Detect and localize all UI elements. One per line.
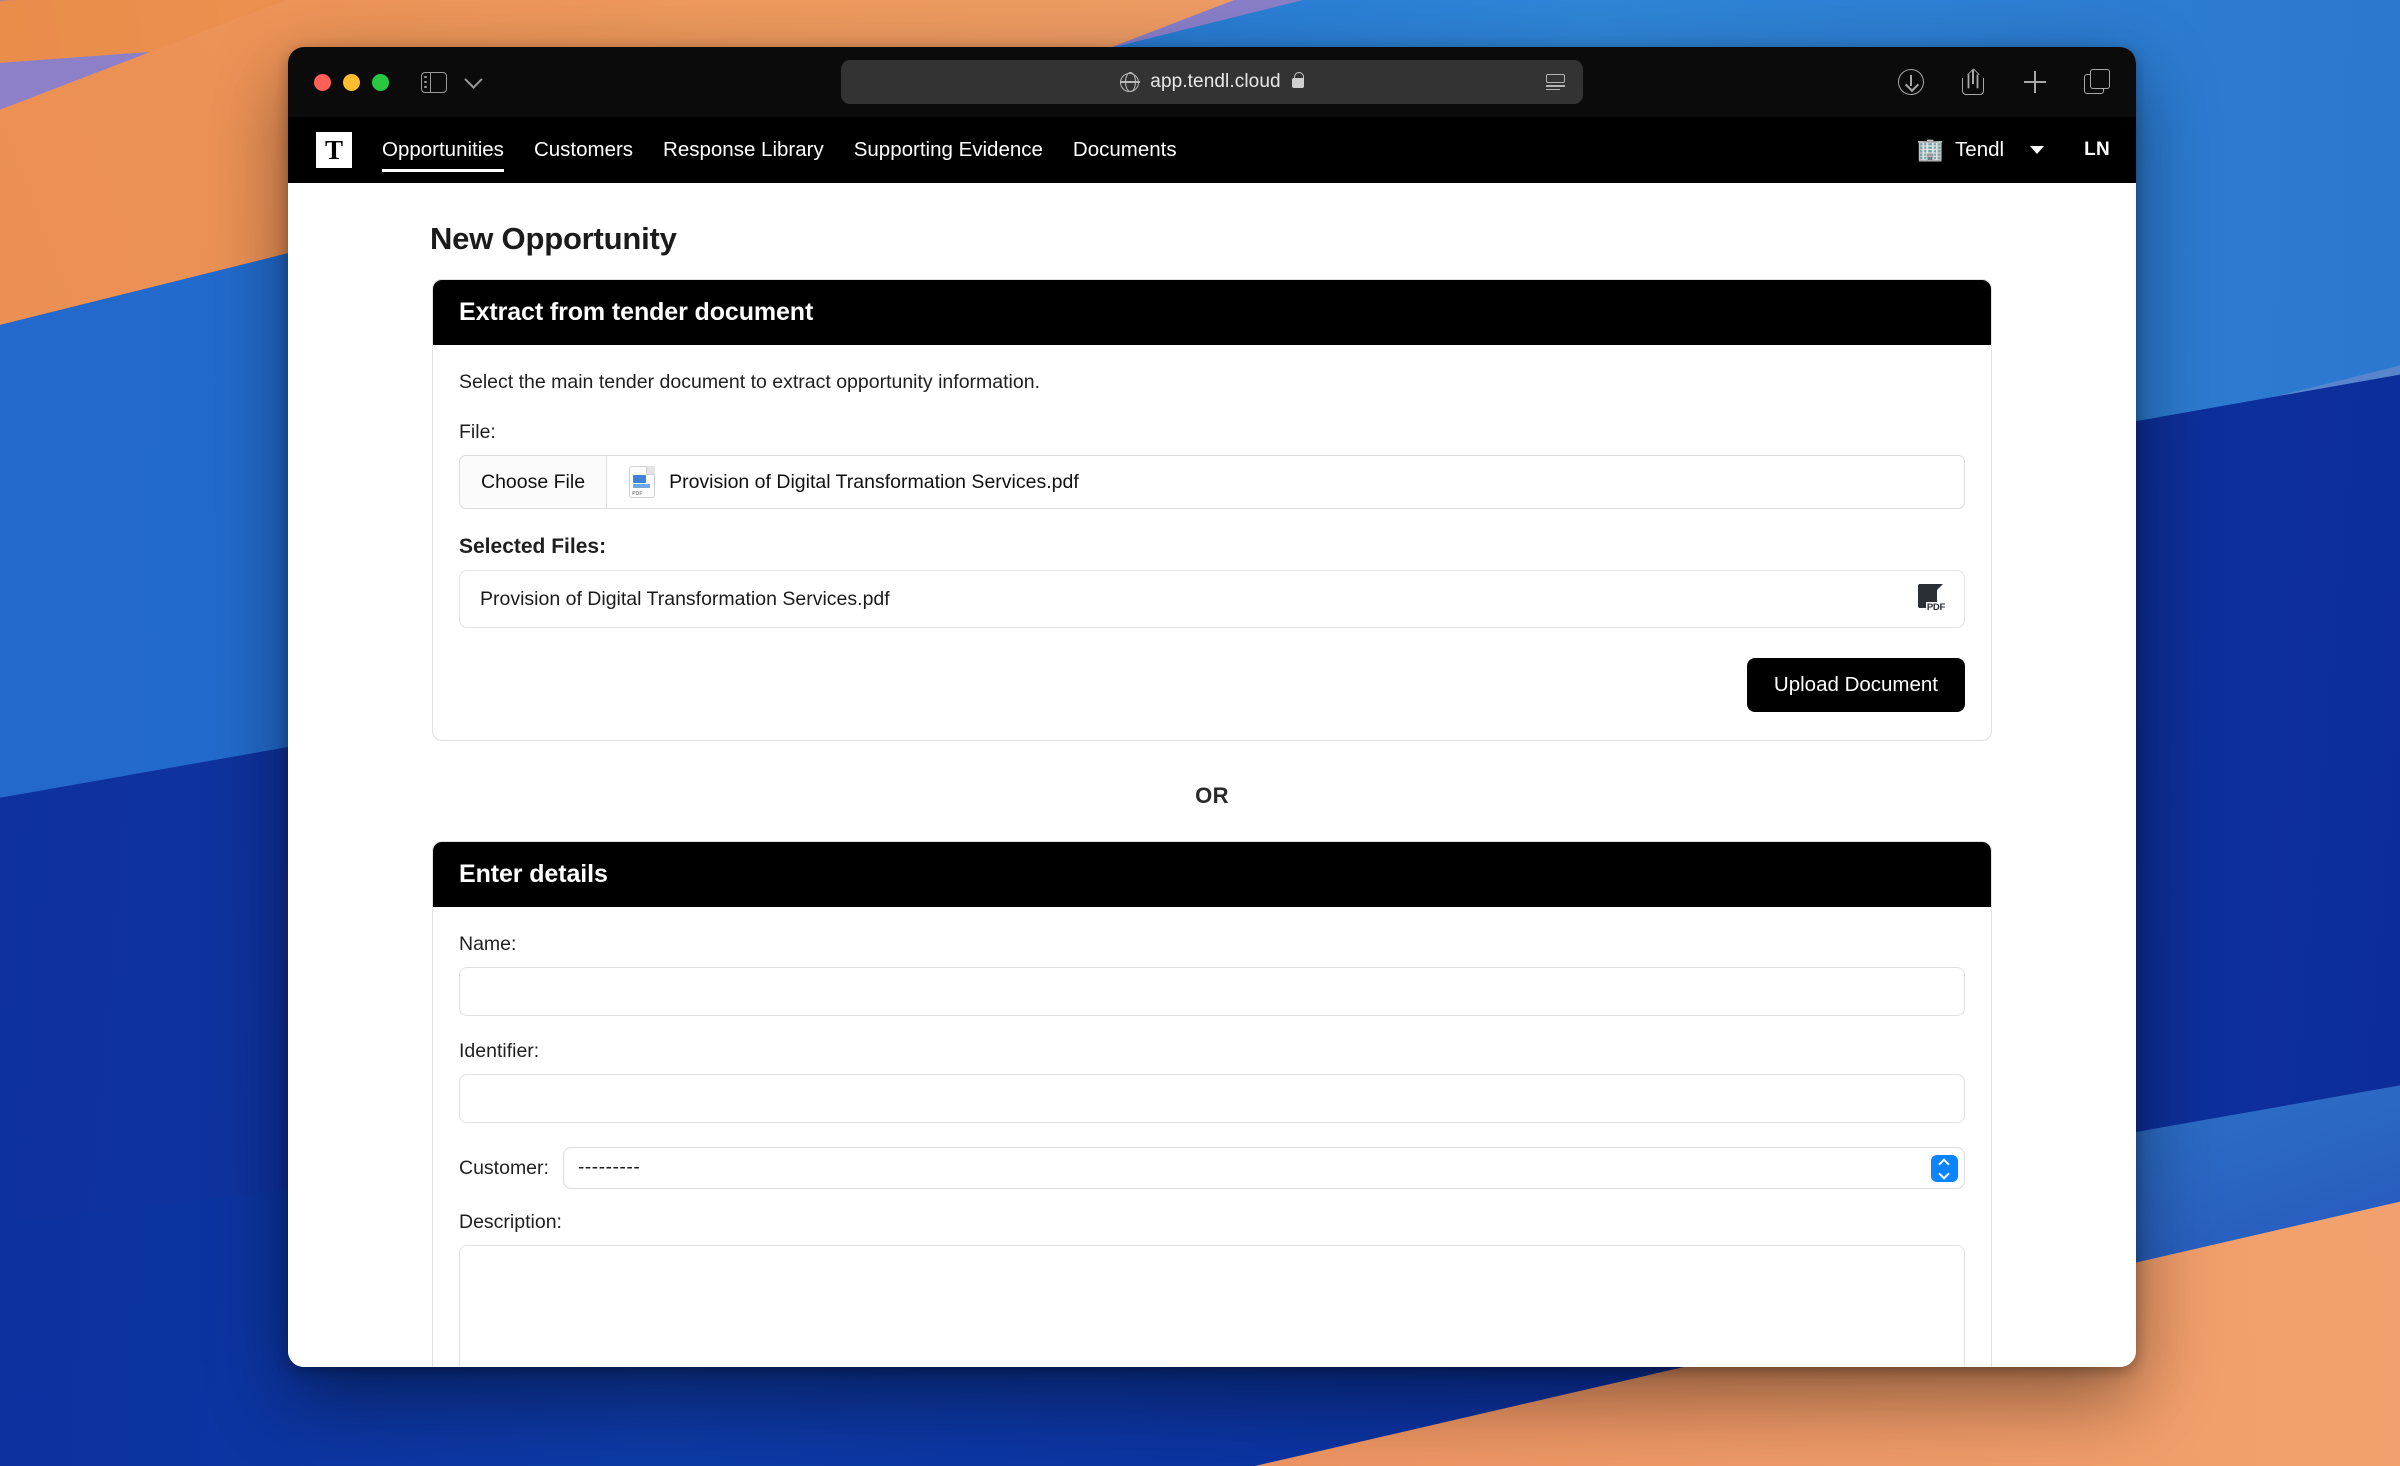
org-name: Tendl <box>1955 138 2005 161</box>
globe-icon <box>1119 71 1140 93</box>
choose-file-button[interactable]: Choose File <box>460 456 608 508</box>
select-stepper-icon[interactable] <box>1931 1154 1958 1182</box>
sidebar-controls <box>421 69 483 93</box>
pdf-badge-icon: PDF <box>1918 584 1945 614</box>
chevron-down-icon[interactable] <box>464 69 483 89</box>
primary-navigation: Opportunities Customers Response Library… <box>382 117 1207 183</box>
window-controls <box>314 73 389 91</box>
description-label: Description: <box>459 1211 562 1233</box>
tab-overview-icon[interactable] <box>2084 69 2110 95</box>
upload-document-button[interactable]: Upload Document <box>1746 658 1965 712</box>
name-input[interactable] <box>459 967 1965 1016</box>
extract-card-body: Select the main tender document to extra… <box>433 345 1991 740</box>
app-navbar: T Opportunities Customers Response Libra… <box>288 117 2136 183</box>
nav-item-response-library[interactable]: Response Library <box>663 117 824 183</box>
maximize-window-button[interactable] <box>372 73 389 91</box>
details-card-body: Name: Identifier: Customer: --------- De… <box>433 907 1991 1367</box>
name-label: Name: <box>459 933 517 955</box>
browser-titlebar: app.tendl.cloud <box>288 47 2136 117</box>
minimize-window-button[interactable] <box>343 73 360 91</box>
close-window-button[interactable] <box>314 73 331 91</box>
or-divider: OR <box>1195 783 1229 808</box>
address-bar[interactable]: app.tendl.cloud <box>841 60 1583 104</box>
org-switcher[interactable]: 🏢 Tendl <box>1917 138 2004 162</box>
selected-file-name: Provision of Digital Transformation Serv… <box>480 587 890 610</box>
url-text: app.tendl.cloud <box>1150 71 1281 92</box>
upload-button-row: Upload Document <box>459 658 1965 712</box>
caret-down-icon[interactable] <box>2030 146 2045 154</box>
brand-logo[interactable]: T <box>316 132 352 168</box>
downloads-icon[interactable] <box>1898 69 1924 95</box>
customer-label: Customer: <box>459 1156 549 1179</box>
details-card-header: Enter details <box>433 842 1991 907</box>
customer-selected-value: --------- <box>577 1157 641 1178</box>
share-icon[interactable] <box>1960 68 1986 95</box>
extract-card-header: Extract from tender document <box>433 280 1991 345</box>
pdf-document-icon: PDF <box>629 466 656 498</box>
identifier-label: Identifier: <box>459 1040 540 1062</box>
description-textarea[interactable] <box>459 1245 1965 1367</box>
reader-view-icon[interactable] <box>1546 74 1565 91</box>
user-avatar-initials[interactable]: LN <box>2084 139 2110 161</box>
lock-icon <box>1291 72 1304 88</box>
address-bar-container: app.tendl.cloud <box>841 60 1583 104</box>
nav-item-documents[interactable]: Documents <box>1073 117 1177 183</box>
new-tab-icon[interactable] <box>2022 69 2048 95</box>
enter-details-card: Enter details Name: Identifier: Customer… <box>432 841 1992 1367</box>
page-title: New Opportunity <box>430 221 677 256</box>
identifier-field-block: Identifier: <box>459 1040 1965 1123</box>
extract-help-text: Select the main tender document to extra… <box>459 371 1040 393</box>
customer-field-block: Customer: --------- <box>459 1147 1965 1189</box>
desktop-background: app.tendl.cloud T Opportunities Customer… <box>0 0 2400 1466</box>
nav-item-customers[interactable]: Customers <box>534 117 633 183</box>
chosen-file: PDF Provision of Digital Transformation … <box>607 466 1079 498</box>
office-building-icon: 🏢 <box>1916 137 1945 162</box>
customer-select[interactable]: --------- <box>562 1147 1965 1189</box>
browser-toolbar-actions <box>1898 68 2110 95</box>
identifier-input[interactable] <box>459 1074 1965 1123</box>
browser-window: app.tendl.cloud T Opportunities Customer… <box>288 47 2136 1367</box>
extract-from-tender-card: Extract from tender document Select the … <box>432 279 1992 741</box>
navbar-right: 🏢 Tendl LN <box>1917 138 2110 162</box>
file-input-row[interactable]: Choose File PDF Provision of Digital Tra… <box>459 455 1965 509</box>
nav-item-supporting-evidence[interactable]: Supporting Evidence <box>854 117 1043 183</box>
page-content: New Opportunity Extract from tender docu… <box>288 183 2136 1367</box>
chosen-file-name: Provision of Digital Transformation Serv… <box>669 470 1079 493</box>
nav-item-opportunities[interactable]: Opportunities <box>382 117 504 183</box>
name-field-block: Name: <box>459 933 1965 1016</box>
selected-files-label: Selected Files: <box>459 535 607 558</box>
sidebar-icon[interactable] <box>421 71 447 93</box>
file-label: File: <box>459 421 496 443</box>
selected-file-row[interactable]: Provision of Digital Transformation Serv… <box>459 570 1965 628</box>
description-field-block: Description: <box>459 1211 1965 1367</box>
